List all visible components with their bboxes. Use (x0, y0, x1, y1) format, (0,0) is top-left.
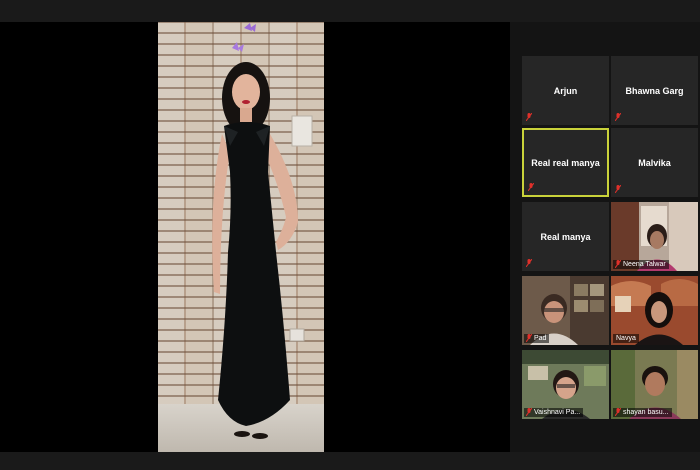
participant-name: Bhawna Garg (625, 85, 684, 96)
participant-tile-arjun[interactable]: Arjun (522, 56, 609, 125)
participant-label: Navya (613, 334, 639, 343)
mic-muted-icon (526, 259, 532, 267)
mic-muted-icon (615, 185, 621, 193)
participant-name: Neena Talwar (623, 261, 666, 268)
participant-label: shayan basu... (613, 408, 672, 417)
participant-name: Malvika (638, 157, 671, 168)
participant-name: Navya (616, 335, 636, 342)
participant-name: shayan basu... (623, 409, 669, 416)
participant-tile-malvika[interactable]: Malvika (611, 128, 698, 197)
mic-muted-icon (528, 183, 534, 191)
mic-muted-icon (615, 260, 621, 268)
participant-tile-neena-talwar[interactable]: Neena Talwar (611, 202, 698, 271)
participant-tile-navya[interactable]: Navya (611, 276, 698, 345)
mic-muted-icon (526, 334, 532, 342)
participant-label: Neena Talwar (613, 260, 669, 269)
participant-tile-bhawna-garg[interactable]: Bhawna Garg (611, 56, 698, 125)
mic-muted-icon (615, 408, 621, 416)
participant-name: Real real manya (531, 157, 600, 168)
participant-tile-pad[interactable]: Pad (522, 276, 609, 345)
participant-label: Pad (524, 334, 550, 343)
main-speaker-stage[interactable] (0, 22, 510, 452)
participant-tile-real-real-manya[interactable]: Real real manya (522, 128, 609, 197)
participant-gallery: Arjun Bhawna Garg Real real manya Malvik… (516, 52, 700, 424)
participant-name: Vaishnavi Pa... (534, 409, 581, 416)
mic-muted-icon (526, 113, 532, 121)
mic-muted-icon (526, 408, 532, 416)
participant-tile-vaishnavi[interactable]: Vaishnavi Pa... (522, 350, 609, 419)
mic-muted-icon (615, 113, 621, 121)
participant-tile-real-manya[interactable]: Real manya (522, 202, 609, 271)
window-top-bar (0, 0, 700, 22)
participant-name: Pad (534, 335, 547, 342)
speaker-video-feed (158, 22, 324, 452)
participant-tile-shayan-basu[interactable]: shayan basu... (611, 350, 698, 419)
window-bottom-bar (0, 452, 700, 470)
participant-name: Arjun (553, 85, 578, 96)
participant-name: Real manya (540, 231, 591, 242)
speaker-figure (212, 23, 313, 439)
participant-label: Vaishnavi Pa... (524, 408, 584, 417)
